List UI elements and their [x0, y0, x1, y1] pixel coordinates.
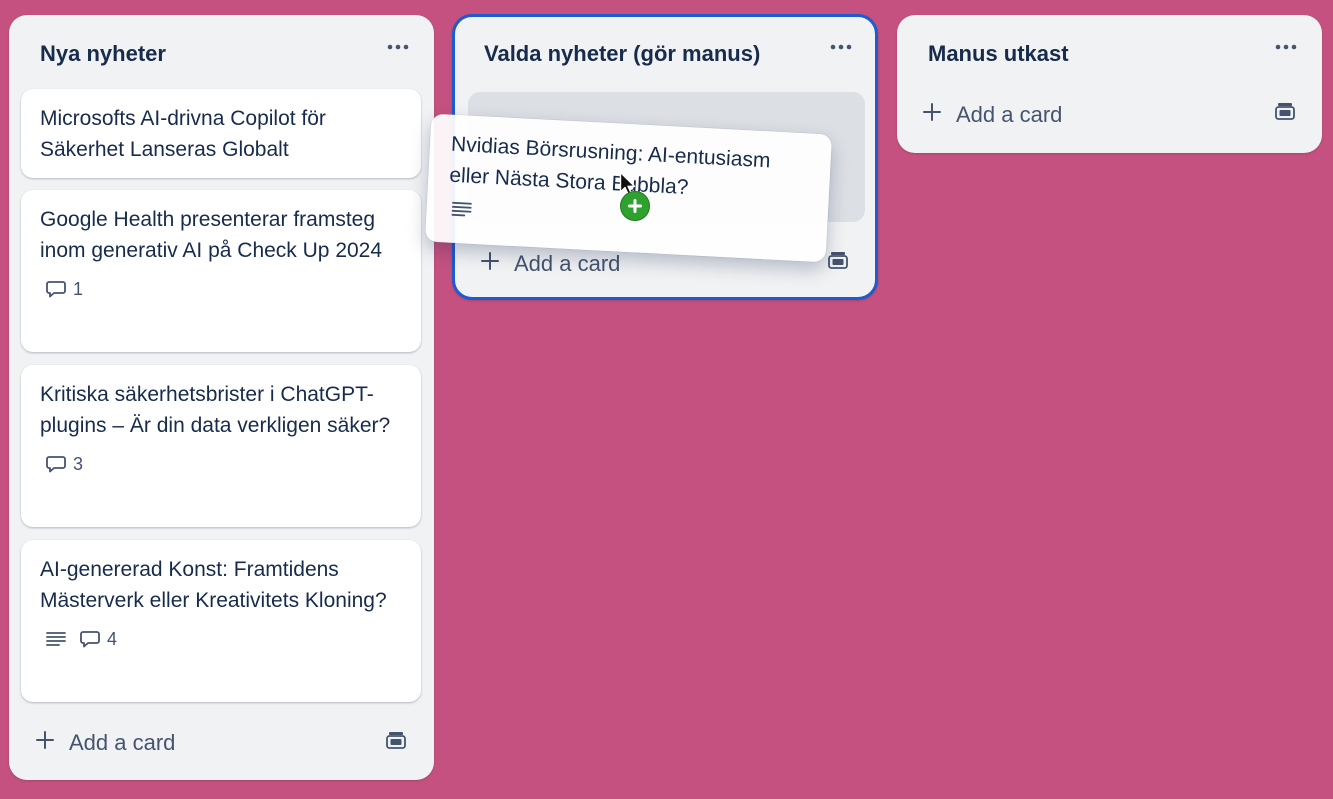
comment-icon [46, 455, 66, 473]
card[interactable]: Kritiska säkerhetsbrister i ChatGPT-plug… [21, 365, 421, 527]
comments-badge: 4 [80, 629, 117, 650]
card-title: Nvidias Börsrusning: AI-entusiasm eller … [448, 132, 772, 200]
add-card-label: Add a card [956, 102, 1063, 127]
description-icon [451, 201, 472, 218]
comment-count: 3 [73, 453, 84, 474]
card-title: Microsofts AI-drivna Copilot för Säkerhe… [40, 107, 326, 161]
list-menu-button[interactable] [827, 33, 855, 61]
card[interactable]: Google Health presenterar framsteg inom … [21, 190, 421, 352]
comment-count: 1 [73, 278, 84, 299]
plus-icon [922, 102, 942, 128]
list-menu-button[interactable] [1272, 33, 1300, 61]
description-icon [46, 631, 66, 647]
comments-badge: 1 [46, 279, 83, 300]
create-from-template-button[interactable] [1272, 101, 1298, 127]
card-template-icon [1274, 101, 1296, 128]
board: Nya nyheter Microsofts AI-drivna Copilot… [0, 0, 1333, 799]
dragging-card[interactable]: Nvidias Börsrusning: AI-entusiasm eller … [424, 113, 833, 263]
card[interactable]: Microsofts AI-drivna Copilot för Säkerhe… [21, 89, 421, 178]
ellipsis-icon [1275, 44, 1297, 50]
description-badge [451, 201, 472, 218]
card-title: Google Health presenterar framsteg inom … [40, 208, 383, 262]
list-title[interactable]: Nya nyheter [40, 41, 364, 67]
comment-icon [80, 630, 100, 648]
card[interactable]: AI-genererad Konst: Framtidens Mästerver… [21, 540, 421, 702]
ellipsis-icon [830, 44, 852, 50]
list-title[interactable]: Valda nyheter (gör manus) [484, 41, 805, 67]
ellipsis-icon [387, 44, 409, 50]
comment-icon [46, 280, 66, 298]
card-template-icon [385, 730, 407, 757]
card-title: AI-genererad Konst: Framtidens Mästerver… [40, 558, 387, 612]
card-badges: 1 [40, 277, 401, 301]
list-nya-nyheter: Nya nyheter Microsofts AI-drivna Copilot… [9, 15, 434, 780]
add-card-label: Add a card [69, 730, 176, 755]
card-badges: 3 [40, 452, 401, 476]
comment-count: 4 [107, 628, 118, 649]
create-from-template-button[interactable] [383, 730, 409, 756]
card-title: Kritiska säkerhetsbrister i ChatGPT-plug… [40, 383, 391, 437]
list-menu-button[interactable] [384, 33, 412, 61]
list-manus-utkast: Manus utkast Add a card [897, 15, 1322, 153]
add-card-button[interactable]: Add a card [480, 251, 620, 277]
card-badges: 4 [40, 627, 401, 651]
plus-icon [480, 251, 500, 277]
list-title[interactable]: Manus utkast [928, 41, 1252, 67]
add-card-label: Add a card [514, 251, 621, 276]
description-badge [46, 631, 66, 647]
card-template-icon [827, 250, 849, 277]
add-card-button[interactable]: Add a card [35, 730, 175, 756]
plus-icon [35, 730, 55, 756]
comments-badge: 3 [46, 454, 83, 475]
add-card-button[interactable]: Add a card [922, 102, 1062, 128]
create-from-template-button[interactable] [825, 250, 851, 276]
